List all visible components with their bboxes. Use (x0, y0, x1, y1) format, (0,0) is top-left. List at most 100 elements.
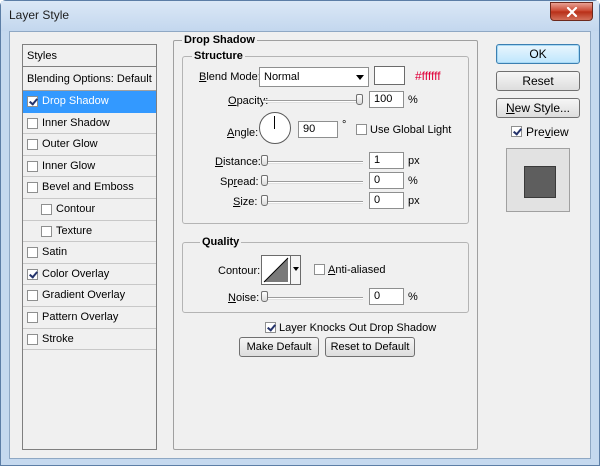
angle-input[interactable]: 90 (298, 121, 338, 138)
styles-item-contour[interactable]: Contour (23, 199, 156, 221)
styles-item-label: Inner Glow (42, 159, 96, 172)
style-preview (506, 148, 570, 212)
styles-item-checkbox[interactable] (27, 268, 38, 280)
styles-item-checkbox[interactable] (41, 225, 52, 237)
styles-item-label: Bevel and Emboss (42, 181, 134, 194)
styles-item-label: Outer Glow (42, 138, 98, 151)
size-input[interactable]: 0 (369, 192, 404, 209)
size-slider-thumb[interactable] (261, 195, 268, 206)
styles-item-label: Blending Options: Default (27, 73, 152, 85)
styles-item-checkbox[interactable] (27, 333, 38, 345)
styles-item-label: Texture (56, 224, 93, 237)
noise-unit: % (408, 291, 418, 303)
spread-slider-thumb[interactable] (261, 175, 268, 186)
size-label: Size: (233, 196, 258, 208)
close-icon (566, 6, 577, 17)
styles-items: Blending Options: Default Drop Shadow Inne… (23, 67, 156, 351)
styles-item-label: Stroke (42, 332, 74, 345)
styles-item-checkbox[interactable] (27, 247, 38, 259)
styles-item-texture[interactable]: Texture (23, 221, 156, 243)
reset-to-default-button[interactable]: Reset to Default (325, 337, 415, 357)
window-title: Layer Style (9, 8, 70, 22)
styles-item-checkbox[interactable] (27, 290, 38, 302)
noise-input[interactable]: 0 (369, 288, 404, 305)
contour-label: Contour: (218, 265, 261, 277)
opacity-unit: % (408, 94, 418, 106)
noise-slider-thumb[interactable] (261, 291, 268, 302)
distance-slider-track[interactable] (263, 161, 363, 164)
quality-title: Quality (200, 236, 242, 248)
distance-input[interactable]: 1 (369, 152, 404, 169)
styles-item-checkbox[interactable] (41, 203, 52, 215)
layer-knocks-out-checkbox[interactable] (265, 322, 276, 333)
make-default-button[interactable]: Make Default (239, 337, 319, 357)
reset-button[interactable]: Reset (496, 71, 580, 91)
color-hex-label: #ffffff (415, 69, 441, 83)
anti-aliased-checkbox[interactable] (314, 264, 325, 275)
styles-item-satin[interactable]: Satin (23, 242, 156, 264)
styles-item-checkbox[interactable] (27, 160, 38, 172)
ok-button[interactable]: OK (496, 44, 580, 64)
opacity-input[interactable]: 100 (369, 91, 404, 108)
quality-group: Quality Contour: Anti-aliased Noise: 0 % (182, 236, 469, 313)
styles-item-label: Inner Shadow (42, 116, 110, 129)
styles-item-bevel-and-emboss[interactable]: Bevel and Emboss (23, 177, 156, 199)
styles-item-checkbox[interactable] (27, 96, 38, 107)
anti-aliased-label: Anti-aliased (328, 264, 386, 276)
styles-item-checkbox[interactable] (27, 311, 38, 323)
title-bar[interactable]: Layer Style (1, 1, 599, 31)
styles-list: Styles Blending Options: Default Drop Sha… (22, 44, 157, 450)
distance-label: Distance: (215, 156, 261, 168)
spread-slider-track[interactable] (263, 181, 363, 184)
noise-slider-track[interactable] (263, 297, 363, 300)
angle-dial[interactable] (259, 112, 291, 144)
styles-item-inner-shadow[interactable]: Inner Shadow (23, 113, 156, 135)
spread-input[interactable]: 0 (369, 172, 404, 189)
styles-item-label: Satin (42, 246, 68, 259)
noise-label: Noise: (228, 292, 260, 304)
preview-checkbox[interactable] (511, 126, 522, 137)
blend-mode-select[interactable]: Normal (259, 67, 369, 87)
styles-item-inner-glow[interactable]: Inner Glow (23, 156, 156, 178)
styles-item-checkbox[interactable] (27, 117, 38, 129)
drop-shadow-title: Drop Shadow (182, 34, 257, 46)
styles-item-label: Contour (56, 202, 96, 215)
styles-item-color-overlay[interactable]: Color Overlay (23, 264, 156, 286)
styles-item-label: Gradient Overlay (42, 289, 126, 302)
drop-shadow-panel: Drop Shadow Structure Blend Mode: Normal… (173, 34, 478, 450)
structure-group: Structure Blend Mode: Normal #ffffff Opa… (182, 50, 469, 224)
spread-label: Spread: (220, 176, 259, 188)
dialog-body: Styles Blending Options: Default Drop Sha… (9, 31, 591, 459)
styles-item-checkbox[interactable] (27, 139, 38, 151)
styles-item-outer-glow[interactable]: Outer Glow (23, 134, 156, 156)
use-global-light-label: Use Global Light (370, 124, 452, 136)
layer-style-dialog: Layer Style Styles Blending Options: Def… (0, 0, 600, 466)
contour-linear-icon (263, 257, 289, 283)
styles-item-gradient-overlay[interactable]: Gradient Overlay (23, 285, 156, 307)
shadow-color-swatch[interactable] (374, 66, 405, 85)
styles-item-stroke[interactable]: Stroke (23, 329, 156, 351)
styles-item-drop-shadow[interactable]: Drop Shadow (23, 91, 156, 113)
blend-mode-label: Blend Mode: (199, 71, 261, 83)
distance-slider-thumb[interactable] (261, 155, 268, 166)
contour-dropdown-button[interactable] (290, 255, 301, 285)
close-button[interactable] (550, 2, 593, 21)
distance-unit: px (408, 155, 420, 167)
styles-header[interactable]: Styles (23, 45, 156, 67)
size-unit: px (408, 195, 420, 207)
contour-preview[interactable] (261, 255, 291, 285)
use-global-light-checkbox[interactable] (356, 124, 367, 135)
size-slider-track[interactable] (263, 201, 363, 204)
layer-knocks-out-label: Layer Knocks Out Drop Shadow (279, 322, 437, 334)
angle-label: Angle: (227, 127, 259, 139)
new-style-button[interactable]: New Style... (496, 98, 580, 118)
structure-title: Structure (192, 50, 245, 62)
styles-item-pattern-overlay[interactable]: Pattern Overlay (23, 307, 156, 329)
styles-item-blending-options-default[interactable]: Blending Options: Default (23, 67, 156, 91)
opacity-slider-thumb[interactable] (356, 94, 363, 105)
blend-mode-value: Normal (264, 71, 300, 83)
spread-unit: % (408, 175, 418, 187)
preview-label: Preview (526, 125, 569, 139)
opacity-slider-track[interactable] (263, 100, 363, 103)
styles-item-checkbox[interactable] (27, 182, 38, 194)
